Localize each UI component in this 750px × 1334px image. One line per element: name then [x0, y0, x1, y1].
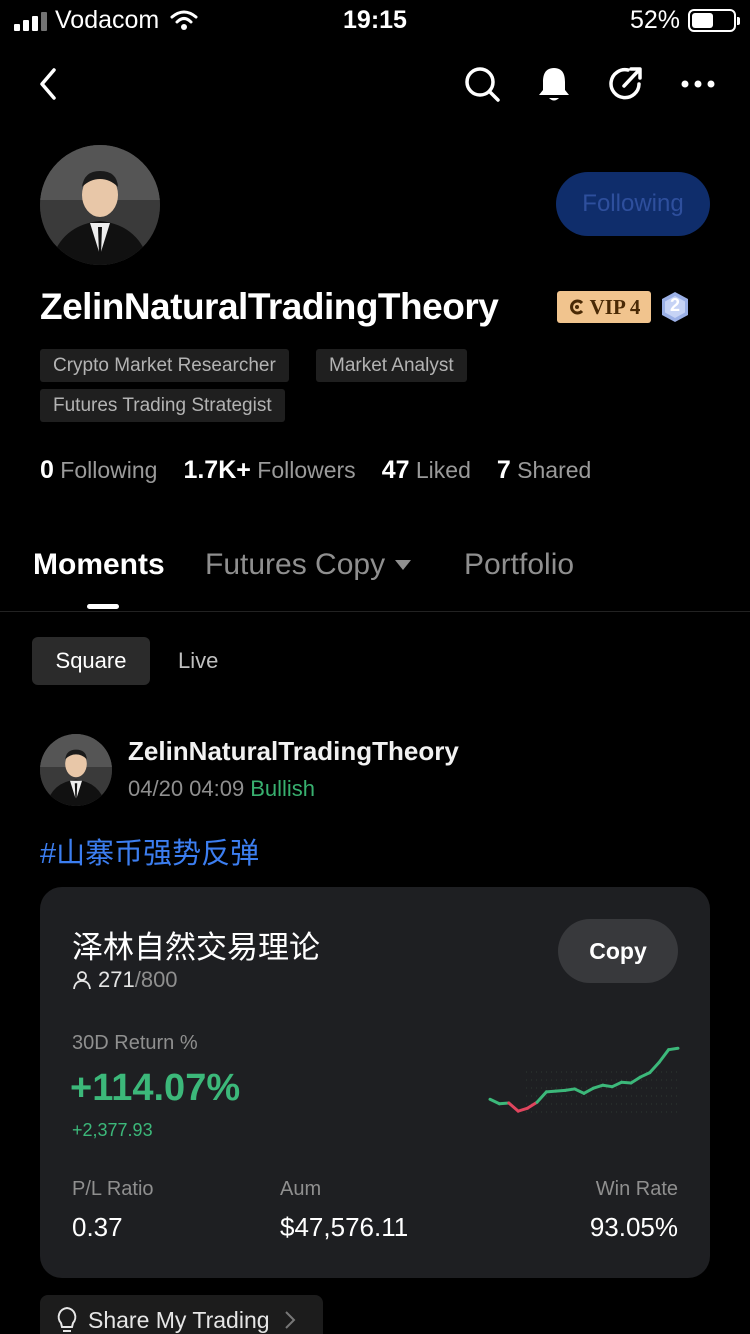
- stat-label: Shared: [517, 457, 592, 483]
- profile-username: ZelinNaturalTradingTheory: [40, 286, 499, 327]
- stat-label: Following: [60, 457, 158, 483]
- pl-ratio-label: P/L Ratio: [72, 1178, 154, 1200]
- sparkline-segment: [573, 1087, 586, 1095]
- stat-following[interactable]: 0 Following: [40, 456, 157, 485]
- post-hashtag[interactable]: #山寨币强势反弹: [40, 830, 259, 872]
- battery-percent: 52%: [629, 6, 680, 34]
- chevron-right-icon: [284, 1311, 295, 1329]
- tag-crypto-researcher: Crypto Market Researcher: [40, 349, 289, 382]
- post-author-avatar[interactable]: [40, 734, 112, 806]
- user-icon: [73, 971, 91, 990]
- win-rate-label: Win Rate: [595, 1178, 678, 1200]
- share-my-trading-button[interactable]: Share My Trading: [40, 1295, 323, 1334]
- tab-portfolio[interactable]: Portfolio: [464, 548, 574, 582]
- vip-label: VIP 4: [589, 294, 641, 319]
- tag-futures-strategist: Futures Trading Strategist: [40, 389, 285, 422]
- tag-market-analyst: Market Analyst: [316, 349, 467, 382]
- tab-futures-copy[interactable]: Futures Copy: [205, 548, 412, 582]
- back-arrow-icon[interactable]: [34, 66, 62, 102]
- sparkline-segment: [507, 1101, 520, 1113]
- aum-label: Aum: [280, 1178, 322, 1200]
- post-sentiment: Bullish: [250, 776, 316, 801]
- sparkline-segment: [582, 1086, 595, 1095]
- return-percent: +114.07%: [70, 1067, 241, 1109]
- sparkline-segment: [667, 1046, 680, 1052]
- search-icon[interactable]: [462, 64, 502, 104]
- vip-logo-icon: [569, 299, 583, 315]
- sparkline-segment: [657, 1048, 671, 1064]
- stat-followers[interactable]: 1.7K+ Followers: [183, 456, 355, 485]
- sparkline-segment: [648, 1060, 661, 1075]
- return-label: 30D Return %: [72, 1032, 198, 1054]
- sparkline-segment: [535, 1090, 548, 1104]
- level-badge: 2: [660, 291, 690, 323]
- sparkline-segment: [629, 1075, 642, 1085]
- stat-value: 1.7K+: [183, 456, 251, 484]
- stat-label: Followers: [257, 457, 356, 483]
- copiers-current: 271: [98, 967, 135, 992]
- more-icon[interactable]: [678, 64, 718, 104]
- copiers-count: 271/800: [72, 967, 178, 993]
- stat-value: 47: [381, 456, 410, 484]
- post-author-name[interactable]: ZelinNaturalTradingTheory: [128, 736, 459, 767]
- status-bar: Vodacom 19:15 52%: [0, 0, 750, 42]
- copiers-max: /800: [134, 967, 178, 992]
- vip-badge: VIP 4: [557, 291, 651, 323]
- post-datetime: 04/20 04:09: [128, 776, 245, 801]
- stat-shared[interactable]: 7 Shared: [497, 456, 591, 485]
- segment-live[interactable]: Live: [178, 637, 218, 685]
- sparkline-segment: [638, 1071, 652, 1079]
- segment-square[interactable]: Square: [32, 637, 150, 685]
- tabs-divider: [0, 611, 750, 612]
- return-sparkline: [488, 1046, 680, 1113]
- sparkline-segment: [488, 1097, 501, 1106]
- copy-trading-card[interactable]: 泽林自然交易理论 271/800 Copy 30D Return % +114.…: [40, 887, 710, 1278]
- stat-liked[interactable]: 47 Liked: [382, 456, 471, 485]
- return-amount: +2,377.93: [72, 1120, 153, 1140]
- sparkline-segment: [610, 1080, 624, 1089]
- level-number: 2: [669, 295, 680, 315]
- share-icon[interactable]: [606, 64, 646, 104]
- following-button[interactable]: Following: [556, 172, 710, 236]
- share-my-trading-label: Share My Trading: [88, 1306, 270, 1333]
- lightbulb-icon: [57, 1306, 77, 1332]
- pl-ratio-value: 0.37: [72, 1212, 123, 1242]
- bell-icon[interactable]: [534, 64, 574, 104]
- stat-label: Liked: [415, 457, 471, 483]
- sparkline-segment: [526, 1100, 539, 1110]
- caret-down-icon: [395, 560, 412, 570]
- copy-button[interactable]: Copy: [558, 919, 678, 983]
- tab-moments[interactable]: Moments: [33, 548, 165, 582]
- profile-avatar[interactable]: [40, 145, 160, 265]
- card-title: 泽林自然交易理论: [72, 930, 320, 966]
- tab-futures-copy-label: Futures Copy: [205, 548, 386, 581]
- profile-stats: 0 Following 1.7K+ Followers 47 Liked 7 S…: [40, 456, 591, 485]
- battery-icon: [688, 9, 740, 32]
- post-meta: 04/20 04:09 Bullish: [128, 776, 315, 802]
- active-tab-indicator: [87, 604, 119, 609]
- win-rate-value: 93.05%: [589, 1212, 678, 1242]
- aum-value: $47,576.11: [280, 1212, 409, 1242]
- stat-value: 0: [40, 456, 54, 484]
- stat-value: 7: [496, 456, 511, 484]
